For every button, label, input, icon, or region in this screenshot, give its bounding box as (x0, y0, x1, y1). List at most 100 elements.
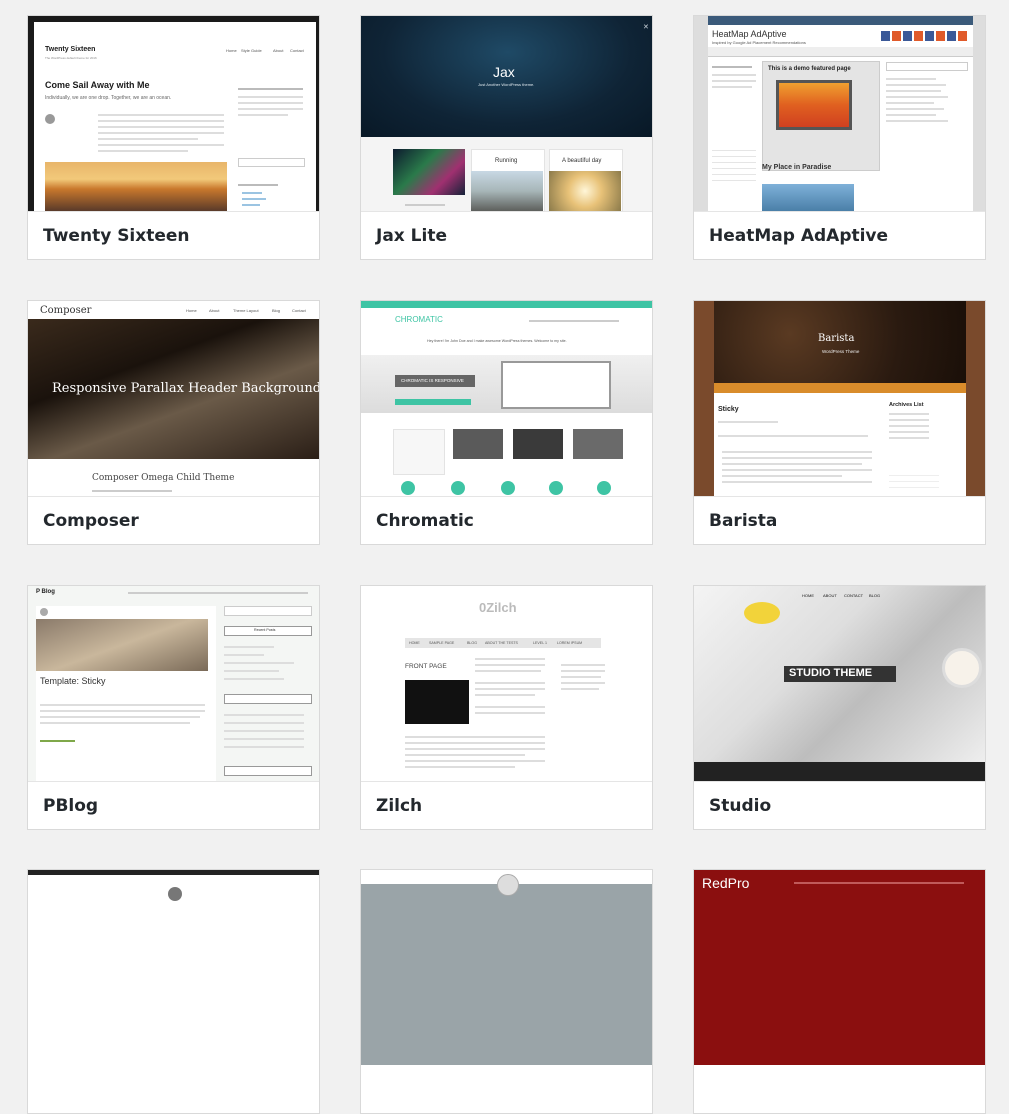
theme-name: HeatMap AdAptive (694, 211, 985, 259)
cta-button (395, 399, 471, 405)
theme-name: Studio (694, 781, 985, 829)
nav-about: ABOUT (823, 593, 837, 598)
nav-level-1: LEVEL 1 (533, 641, 548, 645)
theme-name: Barista (694, 496, 985, 544)
theme-screenshot: HOME ABOUT CONTACT BLOG STUDIO THEME (694, 586, 985, 781)
theme-screenshot: Jax Just Another WordPress theme. ✕ Runn… (361, 16, 652, 211)
theme-name: Jax Lite (361, 211, 652, 259)
theme-name: Composer (28, 496, 319, 544)
site-title: Twenty Sixteen (45, 46, 96, 53)
coffee-cup (942, 648, 982, 688)
theme-card-heatmap-adaptive[interactable]: HeatMap AdAptive Inspired by Google Ad P… (693, 15, 986, 260)
child-theme-title: Composer Omega Child Theme (92, 473, 235, 483)
theme-screenshot: Composer Home About Theme Layout Blog Co… (28, 301, 319, 496)
theme-name: PBlog (28, 781, 319, 829)
nav-about-tests: ABOUT THE TESTS (485, 641, 518, 645)
theme-screenshot: CHROMATIC Hey there! I'm John Doe and I … (361, 301, 652, 496)
theme-card-redpro[interactable]: RedPro (693, 869, 986, 1114)
icon-circle-2 (451, 481, 465, 495)
site-title: Jax (493, 64, 515, 80)
calendar (889, 471, 939, 493)
site-tagline: The WordPress default theme for 2016 (45, 56, 97, 60)
flowers (744, 602, 780, 624)
post-image (762, 184, 854, 211)
nav-contact: Contact (290, 48, 304, 53)
nav-style-guide: Style Guide (241, 48, 262, 53)
theme-card-chromatic[interactable]: CHROMATIC Hey there! I'm John Doe and I … (360, 300, 653, 545)
devices-image (501, 361, 611, 409)
demo-label: This is a demo featured page (768, 66, 851, 72)
nav-lorem-ipsum: LOREM IPSUM (557, 641, 583, 645)
nav-contact: CONTACT (844, 593, 864, 598)
site-title: 0Zilch (479, 600, 517, 615)
icon-circle-3 (501, 481, 515, 495)
theme-card-barista[interactable]: Barista WordPress Theme Sticky Archives … (693, 300, 986, 545)
theme-name: Twenty Sixteen (28, 211, 319, 259)
hero-text: STUDIO THEME (789, 667, 873, 679)
theme-screenshot: 0Zilch HOME SAMPLE PAGE BLOG ABOUT THE T… (361, 586, 652, 781)
author-avatar (45, 114, 55, 124)
nav-blog: BLOG (869, 593, 881, 598)
nav-theme-layout: Theme Layout (233, 308, 259, 313)
nav-home: Home (226, 48, 237, 53)
nav-contact: Contact (292, 308, 306, 313)
heatmap-illustration (776, 80, 852, 130)
theme-card-composer[interactable]: Composer Home About Theme Layout Blog Co… (27, 300, 320, 545)
theme-screenshot (361, 870, 652, 1065)
theme-screenshot: Twenty Sixteen The WordPress default the… (28, 16, 319, 211)
sunlight-image (549, 171, 621, 211)
site-title: CHROMATIC (395, 315, 443, 324)
theme-screenshot: P Blog Template: Sticky Recent Posts (28, 586, 319, 781)
theme-card-pblog[interactable]: P Blog Template: Sticky Recent Posts PBl… (27, 585, 320, 830)
logo (497, 874, 519, 896)
social-icons (881, 31, 969, 41)
theme-name: Zilch (361, 781, 652, 829)
theme-card-zilch[interactable]: 0Zilch HOME SAMPLE PAGE BLOG ABOUT THE T… (360, 585, 653, 830)
nav-bar (714, 383, 966, 393)
nav-blog: BLOG (467, 641, 477, 645)
site-title: HeatMap AdAptive (712, 29, 787, 39)
theme-card-row4-2[interactable] (360, 869, 653, 1114)
theme-screenshot: RedPro (694, 870, 985, 1065)
nav-home: HOME (802, 593, 814, 598)
nav-home: HOME (409, 641, 420, 645)
post-image (36, 619, 208, 671)
post-title: Come Sail Away with Me (45, 80, 150, 90)
site-title: P Blog (36, 589, 55, 595)
nav-blog: Blog (272, 308, 281, 313)
theme-name: Chromatic (361, 496, 652, 544)
theme-card-row4-1[interactable] (27, 869, 320, 1114)
nav-home: Home (186, 308, 197, 313)
logo (168, 887, 182, 901)
author-avatar (40, 608, 48, 616)
sunset-image (45, 162, 227, 211)
sidebar-search (224, 606, 312, 616)
theme-grid: Twenty Sixteen The WordPress default the… (0, 0, 1009, 1114)
sidebar-search (886, 62, 968, 71)
toolbar (694, 762, 985, 781)
sidebar-heading: Archives List (889, 402, 924, 408)
site-title: Barista (818, 333, 855, 344)
feature-running: Running (495, 158, 518, 164)
site-tagline: WordPress Theme (822, 349, 860, 354)
theme-card-twenty-sixteen[interactable]: Twenty Sixteen The WordPress default the… (27, 15, 320, 260)
post-title: Template: Sticky (40, 676, 106, 686)
nav-about: About (273, 48, 284, 53)
close-icon: ✕ (643, 24, 649, 31)
road-image (471, 171, 543, 211)
search-field (238, 158, 305, 167)
theme-card-studio[interactable]: HOME ABOUT CONTACT BLOG STUDIO THEME Stu… (693, 585, 986, 830)
site-tagline: Just Another WordPress theme. (478, 82, 535, 87)
intro-text: Hey there! I'm John Doe and I make aweso… (427, 339, 567, 343)
calendar (712, 146, 756, 186)
hero-text: CHROMATIC IS RESPONSIVE (401, 378, 464, 383)
post-title: My Place in Paradise (762, 164, 832, 171)
site-title: RedPro (702, 875, 750, 891)
post-title: Sticky (718, 406, 739, 413)
page-title: FRONT PAGE (405, 663, 447, 670)
nav-about: About (209, 308, 220, 313)
aurora-image (393, 149, 465, 195)
theme-card-jax-lite[interactable]: Jax Just Another WordPress theme. ✕ Runn… (360, 15, 653, 260)
ad-image (405, 680, 469, 724)
icon-circle-4 (549, 481, 563, 495)
